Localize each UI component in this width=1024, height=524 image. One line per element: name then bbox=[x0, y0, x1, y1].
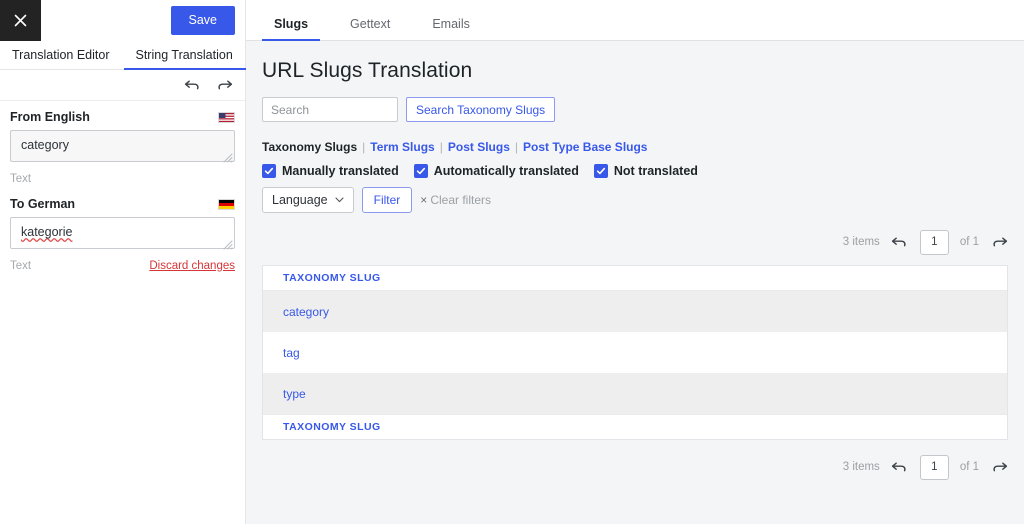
subnav-link-post-type-base-slugs[interactable]: Post Type Base Slugs bbox=[523, 140, 647, 154]
page-of-label: of 1 bbox=[960, 236, 979, 248]
pagination-bottom: 3 items of 1 bbox=[262, 452, 1008, 482]
source-textarea-wrap bbox=[10, 130, 235, 165]
next-arrow-icon[interactable] bbox=[990, 233, 1008, 251]
language-select-label: Language bbox=[272, 193, 328, 207]
taxonomy-slug-table: TAXONOMY SLUG category tag type TAXONOMY… bbox=[262, 265, 1008, 440]
slug-link-type[interactable]: type bbox=[283, 387, 306, 401]
search-taxonomy-slugs-button[interactable]: Search Taxonomy Slugs bbox=[406, 97, 555, 122]
table-header: TAXONOMY SLUG bbox=[263, 266, 1007, 291]
tab-emails[interactable]: Emails bbox=[420, 17, 482, 40]
flag-de-icon bbox=[218, 199, 235, 210]
main-tabs: Slugs Gettext Emails bbox=[246, 0, 1024, 41]
clear-filters-label: Clear filters bbox=[430, 193, 491, 207]
tab-string-translation[interactable]: String Translation bbox=[124, 41, 247, 69]
target-field-head: To German bbox=[10, 188, 235, 217]
source-field-head: From English bbox=[10, 101, 235, 130]
subnav-link-term-slugs[interactable]: Term Slugs bbox=[370, 140, 434, 154]
checkmark-icon[interactable] bbox=[594, 164, 608, 178]
filter-checkbox-row: Manually translated Automatically transl… bbox=[262, 164, 1008, 178]
source-field-block: From English bbox=[0, 101, 245, 188]
subnav-separator: | bbox=[510, 140, 523, 154]
prev-arrow-icon[interactable] bbox=[891, 233, 909, 251]
page-title: URL Slugs Translation bbox=[262, 59, 1008, 83]
target-language-label: To German bbox=[10, 197, 75, 211]
app-root: Save Translation Editor String Translati… bbox=[0, 0, 1024, 524]
main-panel: Slugs Gettext Emails URL Slugs Translati… bbox=[246, 0, 1024, 524]
table-row[interactable]: category bbox=[263, 291, 1007, 332]
filter-button[interactable]: Filter bbox=[362, 187, 413, 213]
checkbox-not-translated[interactable]: Not translated bbox=[594, 164, 698, 178]
target-text-input[interactable] bbox=[10, 217, 235, 249]
source-text-input[interactable] bbox=[10, 130, 235, 162]
subnav-separator: | bbox=[357, 140, 370, 154]
flag-us-icon bbox=[218, 112, 235, 123]
checkmark-icon[interactable] bbox=[262, 164, 276, 178]
translation-sidebar: Save Translation Editor String Translati… bbox=[0, 0, 246, 524]
search-row: Search Taxonomy Slugs bbox=[262, 97, 1008, 122]
table-row[interactable]: tag bbox=[263, 332, 1007, 373]
page-number-input[interactable] bbox=[920, 230, 949, 255]
undo-redo-toolbar bbox=[0, 70, 245, 101]
prev-arrow-icon[interactable] bbox=[891, 458, 909, 476]
subnav-separator: | bbox=[435, 140, 448, 154]
target-field-block: To German Text bbox=[0, 188, 245, 275]
checkbox-automatically-translated[interactable]: Automatically translated bbox=[414, 164, 579, 178]
pagination-top: 3 items of 1 bbox=[262, 227, 1008, 257]
page-number-input[interactable] bbox=[920, 455, 949, 480]
filter-controls-row: Language Filter × Clear filters bbox=[262, 187, 1008, 213]
table-footer: TAXONOMY SLUG bbox=[263, 414, 1007, 439]
checkbox-label: Automatically translated bbox=[434, 164, 579, 178]
close-icon[interactable] bbox=[0, 0, 41, 41]
source-sub-row: Text bbox=[10, 165, 235, 188]
clear-filters-link[interactable]: × Clear filters bbox=[420, 193, 491, 207]
table-row[interactable]: type bbox=[263, 373, 1007, 414]
target-textarea-wrap bbox=[10, 217, 235, 252]
undo-arrow-icon[interactable] bbox=[183, 76, 201, 94]
search-input[interactable] bbox=[262, 97, 398, 122]
tab-gettext[interactable]: Gettext bbox=[338, 17, 402, 40]
checkbox-manually-translated[interactable]: Manually translated bbox=[262, 164, 399, 178]
sidebar-tabs: Translation Editor String Translation bbox=[0, 41, 245, 70]
target-sub-row: Text Discard changes bbox=[10, 252, 235, 275]
subnav: Taxonomy Slugs | Term Slugs | Post Slugs… bbox=[262, 140, 1008, 154]
tab-translation-editor[interactable]: Translation Editor bbox=[0, 41, 124, 69]
slug-link-tag[interactable]: tag bbox=[283, 346, 300, 360]
language-select[interactable]: Language bbox=[262, 187, 354, 213]
tab-slugs[interactable]: Slugs bbox=[262, 17, 320, 40]
checkbox-label: Manually translated bbox=[282, 164, 399, 178]
source-language-label: From English bbox=[10, 110, 90, 124]
close-small-icon: × bbox=[420, 193, 427, 207]
items-count-label: 3 items bbox=[843, 236, 880, 248]
checkbox-label: Not translated bbox=[614, 164, 698, 178]
slug-link-category[interactable]: category bbox=[283, 305, 329, 319]
source-type-label: Text bbox=[10, 173, 31, 185]
discard-changes-link[interactable]: Discard changes bbox=[149, 260, 235, 272]
checkmark-icon[interactable] bbox=[414, 164, 428, 178]
items-count-label: 3 items bbox=[843, 461, 880, 473]
chevron-down-icon bbox=[335, 197, 344, 203]
subnav-link-post-slugs[interactable]: Post Slugs bbox=[448, 140, 510, 154]
save-button[interactable]: Save bbox=[171, 6, 236, 34]
subnav-current-taxonomy-slugs: Taxonomy Slugs bbox=[262, 140, 357, 154]
page-of-label: of 1 bbox=[960, 461, 979, 473]
sidebar-topbar: Save bbox=[0, 0, 245, 41]
redo-arrow-icon[interactable] bbox=[215, 76, 233, 94]
main-body: URL Slugs Translation Search Taxonomy Sl… bbox=[246, 59, 1024, 482]
next-arrow-icon[interactable] bbox=[990, 458, 1008, 476]
target-type-label: Text bbox=[10, 260, 31, 272]
